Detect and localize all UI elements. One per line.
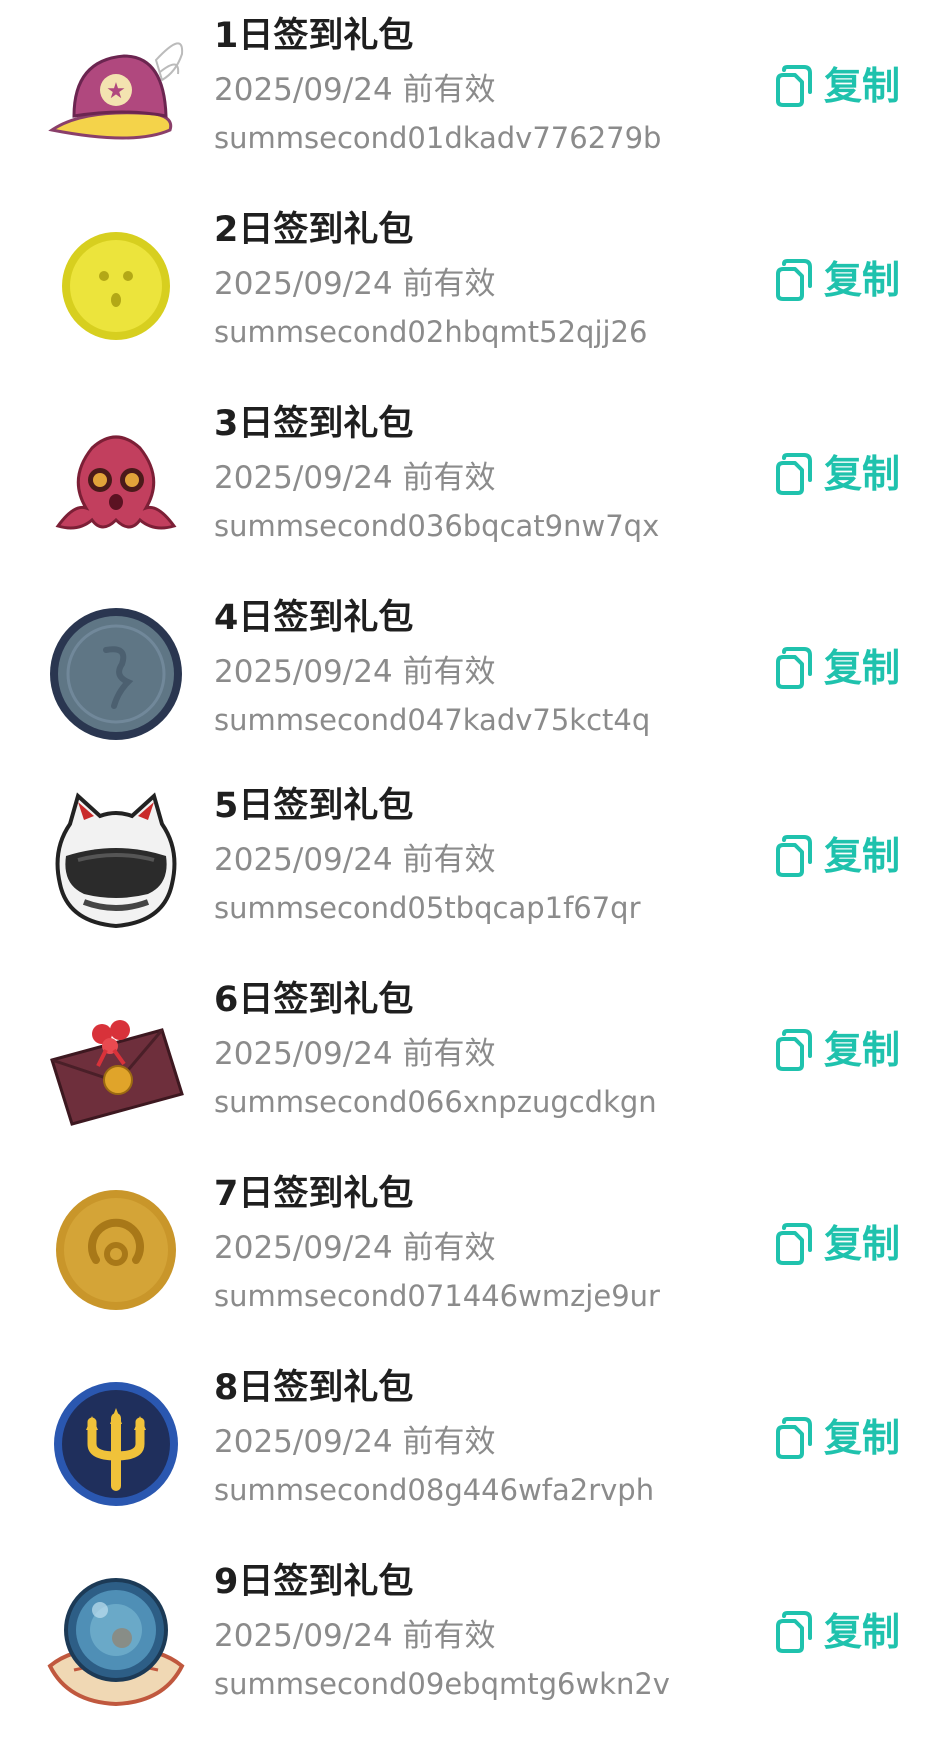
gift-title: 3日签到礼包 xyxy=(214,404,414,444)
gift-row: 5日签到礼包 2025/09/24 前有效 summsecond05tbqcap… xyxy=(0,770,948,964)
copy-label: 复制 xyxy=(824,1028,901,1072)
svg-text:★: ★ xyxy=(106,79,126,104)
gift-row: 7日签到礼包 2025/09/24 前有效 summsecond071446wm… xyxy=(0,1158,948,1352)
gift-row: 8日签到礼包 2025/09/24 前有效 summsecond08g446wf… xyxy=(0,1352,948,1546)
yellow-face-coin-icon xyxy=(44,214,188,358)
gift-expiry: 2025/09/24 前有效 xyxy=(214,1618,496,1654)
gift-code: summsecond02hbqmt52qjj26 xyxy=(214,315,648,349)
gift-expiry: 2025/09/24 前有效 xyxy=(214,842,496,878)
gift-expiry: 2025/09/24 前有效 xyxy=(214,460,496,496)
copy-icon xyxy=(776,1223,812,1265)
copy-label: 复制 xyxy=(824,1222,901,1266)
gift-code: summsecond036bqcat9nw7qx xyxy=(214,509,660,543)
gift-code: summsecond047kadv75kct4q xyxy=(214,703,651,737)
copy-icon xyxy=(776,1611,812,1653)
gift-title: 9日签到礼包 xyxy=(214,1562,414,1602)
copy-label: 复制 xyxy=(824,258,901,302)
gift-title: 6日签到礼包 xyxy=(214,980,414,1020)
gift-code: summsecond066xnpzugcdkgn xyxy=(214,1085,657,1119)
copy-icon xyxy=(776,1029,812,1071)
gift-row: 3日签到礼包 2025/09/24 前有效 summsecond036bqcat… xyxy=(0,388,948,582)
copy-button[interactable]: 复制 xyxy=(774,1606,900,1658)
copy-icon xyxy=(776,647,812,689)
gift-expiry: 2025/09/24 前有效 xyxy=(214,266,496,302)
copy-button[interactable]: 复制 xyxy=(774,254,900,306)
gift-title: 8日签到礼包 xyxy=(214,1368,414,1408)
copy-button[interactable]: 复制 xyxy=(774,1024,900,1076)
gift-row: ★ 1日签到礼包 2025/09/24 前有效 summsecond01dkad… xyxy=(0,0,948,194)
winged-cap-icon: ★ xyxy=(44,20,188,164)
gift-expiry: 2025/09/24 前有效 xyxy=(214,1230,496,1266)
gift-title: 5日签到礼包 xyxy=(214,786,414,826)
cat-helmet-icon xyxy=(44,790,188,934)
copy-label: 复制 xyxy=(824,452,901,496)
gift-title: 4日签到礼包 xyxy=(214,598,414,638)
gift-code: summsecond01dkadv776279b xyxy=(214,121,662,155)
envelope-icon xyxy=(44,984,188,1128)
copy-icon xyxy=(776,65,812,107)
crystal-ball-icon xyxy=(44,1566,188,1710)
gift-code: summsecond09ebqmtg6wkn2v xyxy=(214,1667,670,1701)
gift-row: 9日签到礼包 2025/09/24 前有效 summsecond09ebqmtg… xyxy=(0,1546,948,1740)
copy-label: 复制 xyxy=(824,834,901,878)
gift-list: ★ 1日签到礼包 2025/09/24 前有效 summsecond01dkad… xyxy=(0,0,948,1753)
trident-coin-icon xyxy=(44,1372,188,1516)
octopus-icon xyxy=(44,408,188,552)
gift-expiry: 2025/09/24 前有效 xyxy=(214,1424,496,1460)
copy-icon xyxy=(776,1417,812,1459)
copy-label: 复制 xyxy=(824,1416,901,1460)
gift-code: summsecond05tbqcap1f67qr xyxy=(214,891,641,925)
gift-title: 1日签到礼包 xyxy=(214,16,414,56)
copy-icon xyxy=(776,835,812,877)
gift-expiry: 2025/09/24 前有效 xyxy=(214,72,496,108)
gift-code: summsecond071446wmzje9ur xyxy=(214,1279,660,1313)
copy-icon xyxy=(776,259,812,301)
copy-icon xyxy=(776,453,812,495)
gift-expiry: 2025/09/24 前有效 xyxy=(214,1036,496,1072)
copy-button[interactable]: 复制 xyxy=(774,448,900,500)
copy-button[interactable]: 复制 xyxy=(774,642,900,694)
gift-expiry: 2025/09/24 前有效 xyxy=(214,654,496,690)
gift-row: 4日签到礼包 2025/09/24 前有效 summsecond047kadv7… xyxy=(0,582,948,776)
gift-row: 6日签到礼包 2025/09/24 前有效 summsecond066xnpzu… xyxy=(0,964,948,1158)
copy-label: 复制 xyxy=(824,646,901,690)
gift-title: 2日签到礼包 xyxy=(214,210,414,250)
gold-coin-icon xyxy=(44,1178,188,1322)
gift-row: 2日签到礼包 2025/09/24 前有效 summsecond02hbqmt5… xyxy=(0,194,948,388)
copy-button[interactable]: 复制 xyxy=(774,1412,900,1464)
copy-button[interactable]: 复制 xyxy=(774,830,900,882)
gift-code: summsecond08g446wfa2rvph xyxy=(214,1473,655,1507)
copy-button[interactable]: 复制 xyxy=(774,60,900,112)
copy-label: 复制 xyxy=(824,64,901,108)
copy-label: 复制 xyxy=(824,1610,901,1654)
slate-coin-icon xyxy=(44,602,188,746)
gift-title: 7日签到礼包 xyxy=(214,1174,414,1214)
copy-button[interactable]: 复制 xyxy=(774,1218,900,1270)
